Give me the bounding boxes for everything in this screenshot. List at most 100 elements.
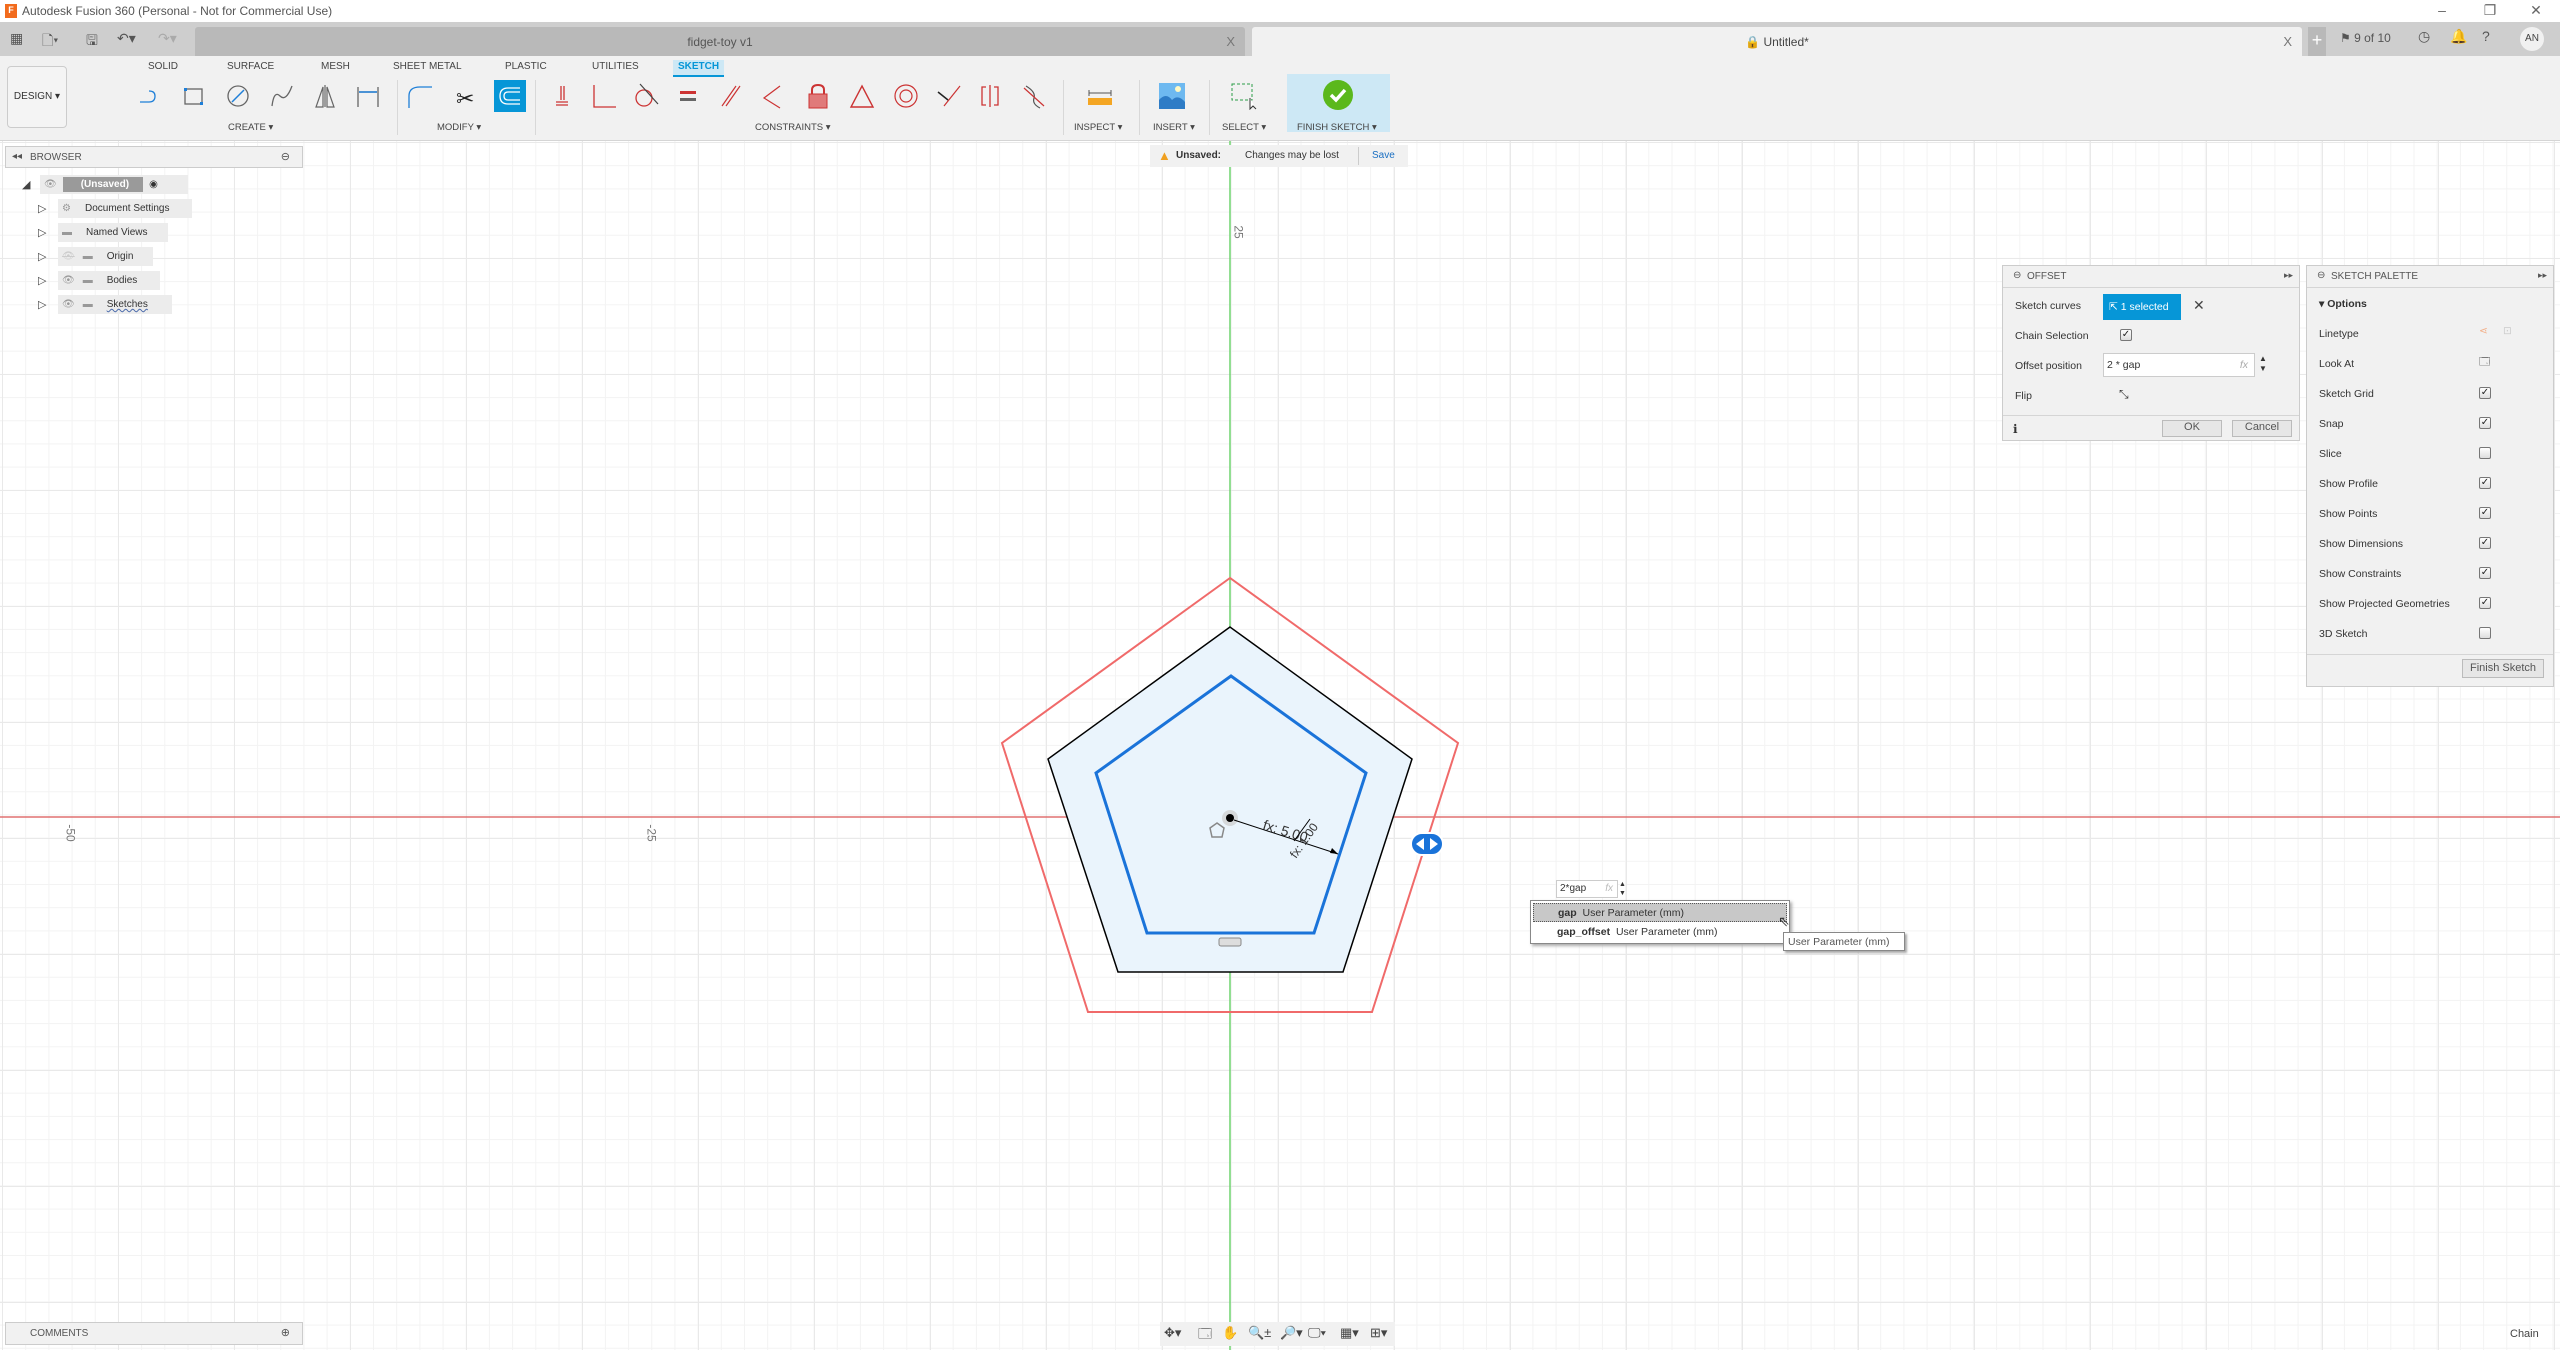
cancel-button[interactable]: Cancel [2232, 420, 2292, 437]
equal-constraint-icon[interactable] [674, 82, 702, 110]
apps-grid-icon[interactable]: ▦ [10, 30, 23, 47]
browser-root[interactable]: 👁 (Unsaved) ◉ [40, 175, 188, 194]
browser-item-origin[interactable]: 👁 ▬ Origin [58, 247, 153, 266]
expand-icon[interactable]: ▷ [38, 298, 46, 311]
horizontal-constraint-icon[interactable] [1218, 937, 1242, 947]
autocomplete-item-gap-offset[interactable]: gap_offset User Parameter (mm) [1533, 923, 1787, 942]
value-spinner[interactable]: ▲ ▼ [1619, 880, 1626, 898]
tab-untitled[interactable]: 🔒 Untitled* X [1252, 27, 2302, 56]
visibility-eye-icon[interactable]: 👁 [62, 275, 75, 286]
close-window-button[interactable]: ✕ [2526, 2, 2546, 19]
browser-panel-header[interactable]: ◂◂ BROWSER ⊖ [5, 146, 303, 168]
expand-icon[interactable]: ▷ [38, 202, 46, 215]
mirror-tool-icon[interactable] [311, 82, 339, 110]
offset-position-input[interactable]: 2 * gap fx [2103, 353, 2255, 377]
triangle-constraint-icon[interactable] [848, 82, 876, 110]
browser-pin-icon[interactable]: ⊖ [281, 150, 290, 163]
dimension-tool-icon[interactable] [354, 82, 382, 110]
browser-item-document-settings[interactable]: ⚙ Document Settings [58, 199, 192, 218]
modify-menu[interactable]: MODIFY ▾ [437, 122, 481, 133]
rectangle-tool-icon[interactable] [180, 82, 208, 110]
insert-image-icon[interactable] [1158, 82, 1186, 110]
visibility-eye-icon[interactable]: 👁 [62, 299, 75, 310]
options-section[interactable]: ▾ Options [2319, 298, 2367, 310]
offset-tool-icon[interactable] [494, 80, 526, 112]
tab-mesh[interactable]: MESH [316, 60, 355, 77]
tangent-constraint-icon[interactable] [632, 82, 660, 110]
autocomplete-item-gap[interactable]: gap User Parameter (mm) [1533, 903, 1787, 922]
coincident-constraint-icon[interactable] [590, 82, 618, 110]
redo-icon[interactable]: ↷▾ [158, 30, 177, 47]
collapse-browser-icon[interactable]: ◂◂ [12, 151, 22, 162]
browser-item-sketches[interactable]: 👁 ▬ Sketches [58, 295, 172, 314]
look-at-icon[interactable]: 🗔 [2479, 354, 2490, 372]
palette-option-checkbox-show-dimensions[interactable]: ✓ [2479, 537, 2491, 549]
expand-palette-icon[interactable]: ▸▸ [2538, 270, 2547, 281]
symmetry-constraint-icon[interactable] [976, 82, 1004, 110]
file-menu-icon[interactable]: 🗋▾ [42, 30, 58, 54]
help-icon[interactable]: ? [2482, 28, 2490, 44]
visibility-eye-icon[interactable]: 👁 [44, 179, 57, 190]
expand-dialog-icon[interactable]: ▸▸ [2284, 270, 2293, 281]
tab-plastic[interactable]: PLASTIC [500, 60, 552, 77]
palette-option-checkbox-show-points[interactable]: ✓ [2479, 507, 2491, 519]
ok-button[interactable]: OK [2162, 420, 2222, 437]
parallel-constraint-icon[interactable] [716, 82, 744, 110]
close-tab-icon[interactable]: X [1226, 34, 1235, 49]
tab-solid[interactable]: SOLID [143, 60, 183, 77]
palette-option-checkbox-show-constraints[interactable]: ✓ [2479, 567, 2491, 579]
browser-item-bodies[interactable]: 👁 ▬ Bodies [58, 271, 160, 290]
chain-selection-checkbox[interactable]: ✓ [2120, 329, 2132, 341]
fix-constraint-icon[interactable] [548, 82, 576, 110]
activate-radio-icon[interactable]: ◉ [149, 179, 158, 190]
palette-option-checkbox-show-profile[interactable]: ✓ [2479, 477, 2491, 489]
comments-panel[interactable]: COMMENTS ⊕ [5, 1322, 303, 1345]
palette-option-checkbox-slice[interactable] [2479, 447, 2491, 459]
center-point[interactable] [1226, 814, 1234, 822]
clock-icon[interactable]: ◷ [2418, 28, 2430, 45]
offset-value-input[interactable]: 2*gap fx [1556, 880, 1618, 898]
jobs-status[interactable]: ⚑ 9 of 10 [2340, 31, 2391, 45]
collapse-icon[interactable]: ⊖ [2013, 270, 2021, 281]
collapse-icon[interactable]: ⊖ [2317, 270, 2325, 281]
minimize-button[interactable]: – [2432, 2, 2452, 18]
sketch-palette-header[interactable]: ⊖ SKETCH PALETTE ▸▸ [2307, 266, 2553, 288]
construction-linetype-icon[interactable]: ⋖ [2479, 325, 2488, 337]
fx-icon[interactable]: fx [2240, 359, 2248, 371]
finish-sketch-button[interactable]: FINISH SKETCH ▾ [1287, 74, 1390, 133]
add-comment-icon[interactable]: ⊕ [281, 1326, 290, 1339]
curvature-constraint-icon[interactable] [1020, 82, 1048, 110]
expand-icon[interactable]: ▷ [38, 274, 46, 287]
grid-settings-icon[interactable]: ▦▾ [1340, 1325, 1359, 1341]
display-settings-icon[interactable]: 🖵▾ [1308, 1325, 1326, 1341]
flip-direction-handle[interactable] [1410, 832, 1444, 856]
palette-option-checkbox-snap[interactable]: ✓ [2479, 417, 2491, 429]
measure-tool-icon[interactable] [1086, 82, 1114, 110]
expand-icon[interactable]: ▷ [38, 250, 46, 263]
sketch-curves-selection[interactable]: ⇱ 1 selected [2103, 294, 2181, 320]
clear-selection-icon[interactable]: ✕ [2193, 297, 2205, 314]
perpendicular-constraint-icon[interactable] [758, 82, 786, 110]
circle-tool-icon[interactable] [224, 82, 252, 110]
orbit-icon[interactable]: ✥▾ [1164, 1325, 1181, 1341]
expand-icon[interactable]: ▷ [38, 226, 46, 239]
flip-icon[interactable]: ⤡ [2119, 387, 2129, 402]
pan-icon[interactable]: ✋ [1222, 1325, 1238, 1341]
save-icon[interactable]: 🖫 [86, 30, 98, 54]
save-link[interactable]: Save [1372, 150, 1395, 161]
lock-constraint-icon[interactable] [804, 82, 832, 110]
spline-tool-icon[interactable] [268, 82, 296, 110]
avatar[interactable]: AN [2520, 27, 2544, 51]
concentric-constraint-icon[interactable] [892, 82, 920, 110]
fillet-tool-icon[interactable] [406, 82, 434, 110]
midpoint-constraint-icon[interactable] [934, 82, 962, 110]
hidden-eye-icon[interactable]: 👁 [62, 251, 75, 262]
select-tool-icon[interactable] [1230, 82, 1258, 110]
look-at-icon[interactable]: 🗔 [1198, 1325, 1212, 1347]
browser-item-named-views[interactable]: ▬ Named Views [58, 223, 168, 242]
finish-sketch-palette-button[interactable]: Finish Sketch [2462, 659, 2544, 678]
expand-root-icon[interactable]: ◢ [22, 178, 30, 191]
close-tab-icon[interactable]: X [2283, 34, 2292, 49]
inspect-menu[interactable]: INSPECT ▾ [1074, 122, 1122, 133]
palette-option-checkbox-3d-sketch[interactable] [2479, 627, 2491, 639]
